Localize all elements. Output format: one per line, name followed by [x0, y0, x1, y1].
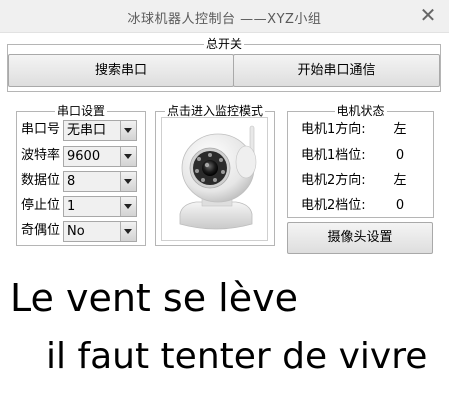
stop-bits-label: 停止位	[21, 198, 61, 213]
slogan-line-2: il faut tenter de vivre	[46, 336, 428, 377]
chevron-down-icon[interactable]	[120, 222, 136, 241]
baud-rate-label: 波特率	[21, 148, 61, 163]
motor2-gear-label: 电机2档位:	[301, 198, 366, 213]
camera-icon	[179, 125, 257, 230]
motor1-gear-value: 0	[387, 146, 413, 166]
motor2-direction-value: 左	[387, 171, 413, 191]
title-bar: 冰球机器人控制台 ——XYZ小组 ✕	[0, 0, 449, 33]
stop-bits-value: 1	[67, 199, 76, 214]
close-icon[interactable]: ✕	[417, 4, 439, 26]
chevron-down-icon[interactable]	[120, 197, 136, 216]
parity-label: 奇偶位	[21, 223, 61, 238]
monitor-camera-button[interactable]	[161, 117, 268, 241]
data-bits-value: 8	[67, 174, 76, 189]
motor2-gear-value: 0	[387, 196, 413, 216]
motor-status-legend: 电机状态	[334, 104, 387, 118]
slogan-line-1: Le vent se lève	[10, 276, 298, 320]
serial-settings-legend: 串口设置	[54, 104, 108, 118]
search-serial-button[interactable]: 搜索串口	[8, 54, 234, 87]
baud-rate-value: 9600	[67, 149, 101, 164]
camera-settings-button[interactable]: 摄像头设置	[287, 222, 433, 254]
chevron-down-icon[interactable]	[120, 147, 136, 166]
master-switch-legend: 总开关	[203, 37, 245, 51]
start-serial-button[interactable]: 开始串口通信	[233, 54, 440, 87]
port-value: 无串口	[67, 123, 107, 138]
motor1-gear-label: 电机1档位:	[301, 148, 366, 163]
data-bits-select[interactable]: 8	[63, 171, 137, 192]
motor1-direction-label: 电机1方向:	[301, 122, 366, 137]
baud-rate-select[interactable]: 9600	[63, 146, 137, 167]
port-select[interactable]: 无串口	[63, 120, 137, 141]
parity-value: No	[67, 224, 85, 239]
chevron-down-icon[interactable]	[120, 172, 136, 191]
chevron-down-icon[interactable]	[120, 121, 136, 140]
parity-select[interactable]: No	[63, 221, 137, 242]
motor2-direction-label: 电机2方向:	[301, 173, 366, 188]
monitor-legend: 点击进入监控模式	[164, 104, 266, 118]
window-title: 冰球机器人控制台 ——XYZ小组	[127, 12, 322, 27]
stop-bits-select[interactable]: 1	[63, 196, 137, 217]
motor1-direction-value: 左	[387, 120, 413, 140]
data-bits-label: 数据位	[21, 173, 61, 188]
port-label: 串口号	[21, 122, 61, 137]
